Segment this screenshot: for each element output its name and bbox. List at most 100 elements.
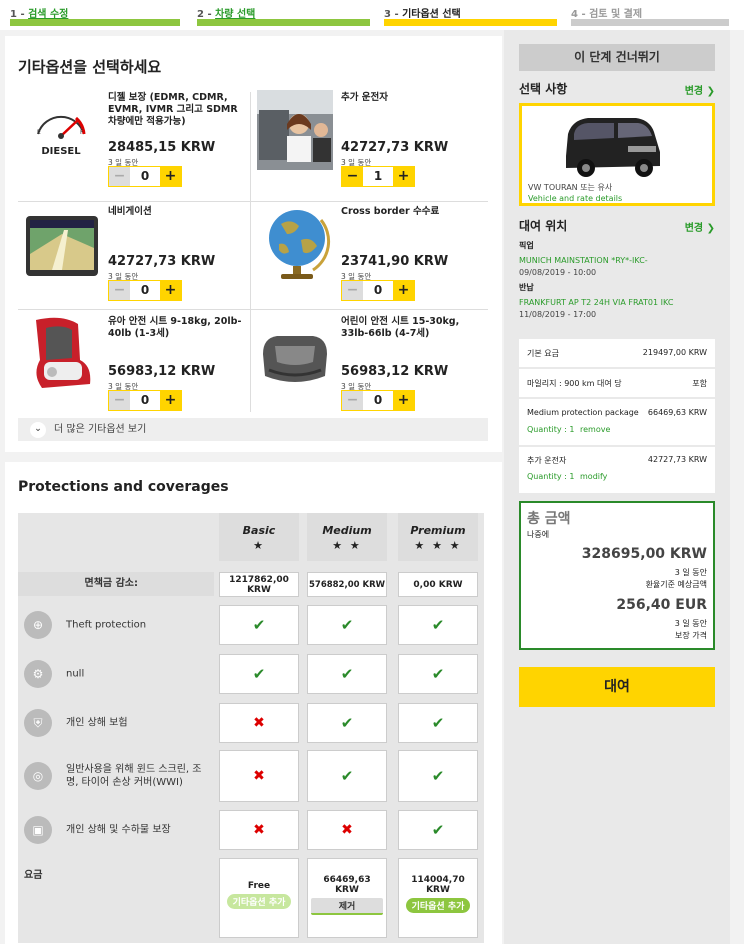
option-name: 네비게이션 bbox=[108, 206, 152, 217]
extra-line: 추가 운전자 42727,73 KRW Quantity : 1 modify bbox=[519, 447, 715, 493]
remove-medium-button[interactable]: 제거 bbox=[311, 898, 383, 915]
increment-button[interactable]: + bbox=[160, 281, 181, 300]
decrement-button[interactable]: − bbox=[109, 167, 130, 186]
show-more-options[interactable]: ⌄ 더 많은 기타옵션 보기 bbox=[18, 418, 488, 441]
diesel-label: DIESEL bbox=[41, 146, 81, 157]
add-basic-button[interactable]: 기타옵션 추가 bbox=[226, 894, 292, 909]
coverage-check: ✔ bbox=[398, 810, 478, 850]
driver-photo bbox=[257, 90, 333, 170]
option-cross-border: Cross border 수수료 23741,90 KRW 3 일 동안 − 0… bbox=[251, 202, 483, 306]
option-price: 42727,73 KRW bbox=[341, 140, 449, 155]
coverage-cross: ✖ bbox=[219, 703, 299, 743]
pickup-location: MUNICH MAINSTATION *RY*-IKC- bbox=[519, 256, 648, 265]
pickup-time: 09/08/2019 - 10:00 bbox=[519, 268, 597, 277]
total-eur: 256,40 EUR bbox=[616, 597, 707, 613]
increment-button[interactable]: + bbox=[393, 167, 414, 186]
increment-button[interactable]: + bbox=[160, 391, 181, 410]
car-damage-icon: ⚙ bbox=[24, 660, 52, 688]
coverage-row-luggage: ▣ 개인 상해 및 수하물 보장 bbox=[18, 810, 214, 850]
decrement-button[interactable]: − bbox=[342, 281, 363, 300]
steering-lock-icon: ⊕ bbox=[24, 611, 52, 639]
option-name: 추가 운전자 bbox=[341, 92, 389, 103]
step-1[interactable]: 1 - 검색 수정 bbox=[10, 5, 180, 30]
coverage-check: ✔ bbox=[307, 750, 387, 802]
skip-step-button[interactable]: 이 단계 건너뛰기 bbox=[519, 44, 715, 71]
coverage-cross: ✖ bbox=[219, 810, 299, 850]
option-navigation: 네비게이션 42727,73 KRW 3 일 동안 − 0 + bbox=[18, 202, 250, 306]
location-title: 대여 위치 bbox=[519, 219, 568, 233]
gps-device-icon bbox=[22, 204, 100, 282]
globe-icon bbox=[261, 204, 339, 282]
decrement-button[interactable]: − bbox=[109, 391, 130, 410]
quantity-value[interactable]: 0 bbox=[363, 391, 393, 410]
decrement-button[interactable]: − bbox=[109, 281, 130, 300]
option-price: 56983,12 KRW bbox=[341, 364, 449, 379]
return-label: 반납 bbox=[519, 283, 534, 292]
coverage-check: ✔ bbox=[398, 605, 478, 645]
option-price: 23741,90 KRW bbox=[341, 254, 449, 269]
quantity-stepper: − 1 + bbox=[341, 166, 415, 187]
quantity-stepper: − 0 + bbox=[108, 166, 182, 187]
coverage-check: ✔ bbox=[307, 605, 387, 645]
selection-title: 선택 사항 bbox=[519, 82, 568, 96]
total-krw: 328695,00 KRW bbox=[581, 546, 707, 562]
child-seat-icon bbox=[22, 314, 100, 392]
column-basic: Basic ★ bbox=[219, 513, 299, 561]
option-name: 유아 안전 시트 9-18kg, 20lb-40lb (1-3세) bbox=[108, 316, 242, 339]
booster-seat-icon bbox=[255, 314, 333, 392]
step-4: 4 - 검토 및 결제 bbox=[571, 5, 729, 30]
rating-stars: ★ ★ bbox=[332, 539, 362, 552]
coverage-row-personal-accident: ⛨ 개인 상해 보험 bbox=[18, 703, 214, 743]
decrement-button[interactable]: − bbox=[342, 167, 363, 186]
quantity-value[interactable]: 0 bbox=[363, 281, 393, 300]
remove-link[interactable]: remove bbox=[580, 425, 610, 434]
step-3: 3 - 기타옵션 선택 bbox=[384, 5, 557, 30]
increment-button[interactable]: + bbox=[393, 391, 414, 410]
return-time: 11/08/2019 - 17:00 bbox=[519, 310, 597, 319]
decrement-button[interactable]: − bbox=[342, 391, 363, 410]
price-line: 마일리지 : 900 km 대여 당 포함 bbox=[519, 369, 715, 397]
option-name: Cross border 수수료 bbox=[341, 206, 440, 217]
total-title: 총 금액 bbox=[527, 511, 571, 527]
modify-link[interactable]: modify bbox=[580, 472, 607, 481]
coverage-row-null: ⚙ null bbox=[18, 654, 214, 694]
quantity-value[interactable]: 0 bbox=[130, 391, 160, 410]
car-image bbox=[566, 118, 660, 177]
protections-title: Protections and coverages bbox=[18, 479, 229, 495]
car-name: VW TOURAN 또는 유사 bbox=[528, 183, 613, 192]
increment-button[interactable]: + bbox=[160, 167, 181, 186]
quantity-stepper: − 0 + bbox=[108, 280, 182, 301]
option-booster-seat: 어린이 안전 시트 15-30kg, 33lb-66lb (4-7세) 5698… bbox=[251, 312, 483, 416]
quantity-value[interactable]: 0 bbox=[130, 167, 160, 186]
coverage-check: ✔ bbox=[398, 654, 478, 694]
book-button[interactable]: 대여 bbox=[519, 667, 715, 707]
excess-medium: 576882,00 KRW bbox=[307, 572, 387, 597]
rating-stars: ★ bbox=[253, 539, 265, 552]
fee-medium: 66469,63 KRW 제거 bbox=[307, 858, 387, 938]
quantity-stepper: − 0 + bbox=[341, 390, 415, 411]
coverage-cross: ✖ bbox=[307, 810, 387, 850]
fee-basic: Free 기타옵션 추가 bbox=[219, 858, 299, 938]
quantity-value[interactable]: 0 bbox=[130, 281, 160, 300]
column-medium: Medium ★ ★ bbox=[307, 513, 387, 561]
change-selection-link[interactable]: 변경 ❯ bbox=[685, 82, 715, 97]
add-premium-button[interactable]: 기타옵션 추가 bbox=[405, 898, 471, 913]
progress-steps: 1 - 검색 수정 2 - 차량 선택 3 - 기타옵션 선택 4 - 검토 및… bbox=[0, 0, 744, 30]
vehicle-details-link[interactable]: Vehicle and rate details bbox=[528, 194, 622, 203]
option-diesel: E F DIESEL 디젤 보장 (EDMR, CDMR, EVMR, IVMR… bbox=[18, 88, 250, 192]
excess-label: 면책금 감소: bbox=[18, 572, 214, 596]
increment-button[interactable]: + bbox=[393, 281, 414, 300]
step-2[interactable]: 2 - 차량 선택 bbox=[197, 5, 370, 30]
option-price: 56983,12 KRW bbox=[108, 364, 216, 379]
option-name: 어린이 안전 시트 15-30kg, 33lb-66lb (4-7세) bbox=[341, 316, 460, 339]
quantity-value[interactable]: 1 bbox=[363, 167, 393, 186]
pickup-label: 픽업 bbox=[519, 241, 534, 250]
change-location-link[interactable]: 변경 ❯ bbox=[685, 219, 715, 234]
total-box: 총 금액 나중에 328695,00 KRW 3 일 동안 환율기준 예상금액 … bbox=[519, 501, 715, 650]
price-line: 기본 요금 219497,00 KRW bbox=[519, 339, 715, 367]
extra-line: Medium protection package 66469,63 KRW Q… bbox=[519, 399, 715, 445]
fee-premium: 114004,70 KRW 기타옵션 추가 bbox=[398, 858, 478, 938]
seatbelt-icon: ⛨ bbox=[24, 709, 52, 737]
svg-text:F: F bbox=[80, 129, 84, 136]
coverage-check: ✔ bbox=[219, 654, 299, 694]
